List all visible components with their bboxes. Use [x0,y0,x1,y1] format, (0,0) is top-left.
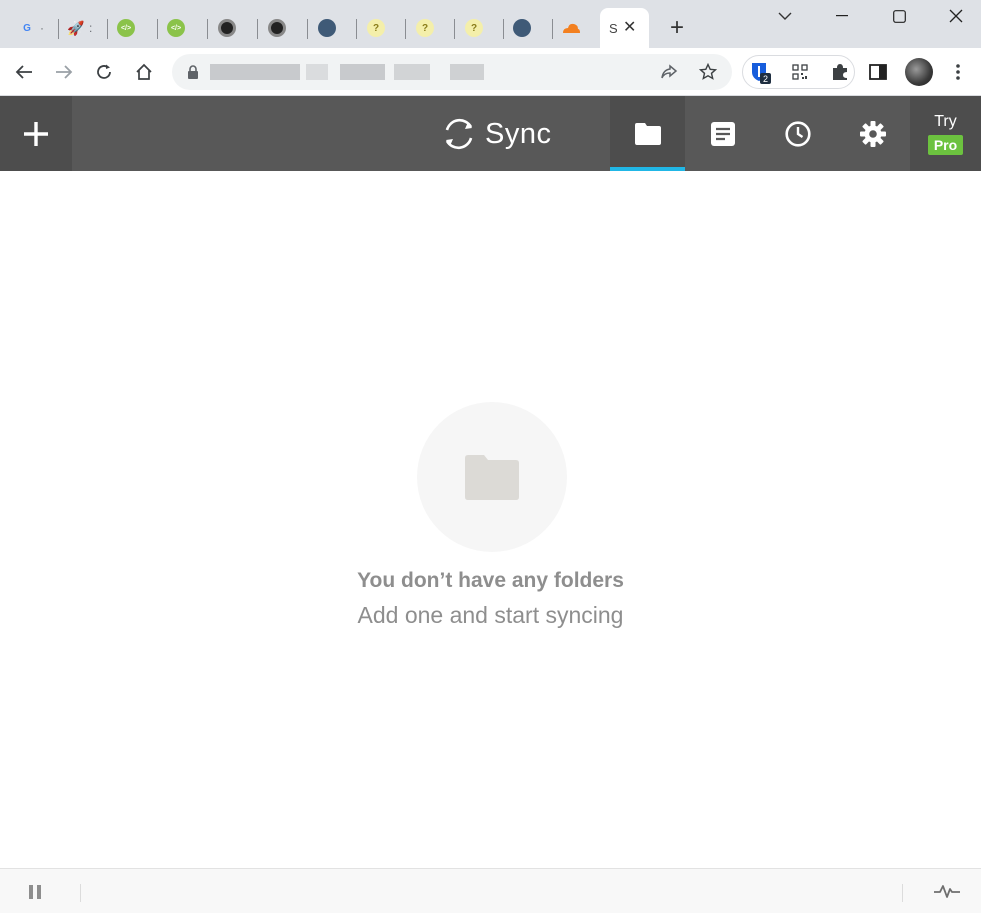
browser-tab-strip: G · 🚀 : </> </> ? ? ? S ✕ + [0,0,981,48]
blurred-url [340,64,385,80]
try-label: Try [934,112,957,130]
side-panel-icon[interactable] [864,58,892,86]
new-tab-button[interactable]: + [663,14,691,42]
bookmark-star-icon[interactable] [694,58,722,86]
blurred-url [306,64,328,80]
cloudflare-icon [563,23,580,33]
browser-tab[interactable] [504,8,553,48]
profile-avatar[interactable] [905,58,933,86]
folder-icon [465,454,519,500]
browser-tab[interactable]: 🚀 : [59,8,108,48]
google-icon: G [23,22,31,34]
circle-logo-icon [218,19,236,37]
qr-code-icon[interactable] [786,58,814,86]
sync-icon [445,118,473,150]
blurred-url [450,64,484,80]
minimize-button[interactable] [822,4,862,28]
question-icon: ? [367,19,385,37]
question-icon: ? [416,19,434,37]
close-tab-icon[interactable]: ✕ [623,20,636,36]
app-logo: Sync [441,114,551,154]
circle-logo-icon [268,19,286,37]
browser-tab[interactable]: ? [406,8,455,48]
blurred-url [210,64,300,80]
app-header: Sync Try Pro [0,96,981,171]
browser-tab[interactable]: ? [455,8,504,48]
docker-icon [318,19,336,37]
extension-badge-count: 2 [763,74,768,84]
browser-tab[interactable] [308,8,357,48]
document-icon [710,121,735,146]
blurred-url [394,64,430,80]
forward-arrow-icon[interactable] [50,58,78,86]
try-pro-button[interactable]: Try Pro [910,96,981,171]
status-footer [0,868,981,913]
plus-icon [24,121,48,146]
reload-icon[interactable] [90,58,118,86]
browser-toolbar: 2 [0,48,981,96]
tab-history[interactable] [760,96,835,171]
home-icon[interactable] [130,58,158,86]
app-logo-text: Sync [485,117,552,150]
extensions-group: 2 [742,55,855,89]
address-bar[interactable] [172,54,732,90]
password-manager-icon[interactable]: 2 [746,58,774,86]
tab-folders[interactable] [610,96,685,171]
footer-divider [902,884,903,902]
tab-settings[interactable] [835,96,910,171]
tab-search-icon[interactable] [765,4,805,28]
empty-state-illustration [417,402,567,552]
browser-tab[interactable]: ? [357,8,406,48]
tab-title: · [40,21,44,35]
empty-state-title: You don’t have any folders [357,569,624,592]
pause-icon[interactable] [29,885,41,899]
code-icon: </> [117,19,135,37]
browser-tab[interactable] [553,8,600,48]
close-window-button[interactable] [936,4,976,28]
extensions-puzzle-icon[interactable] [826,58,854,86]
folder-icon [634,122,661,145]
browser-tab[interactable] [208,8,258,48]
browser-tab[interactable]: </> [158,8,208,48]
browser-tab[interactable]: G · [10,8,59,48]
activity-pulse-icon[interactable] [933,883,961,899]
browser-menu-icon[interactable] [944,58,972,86]
footer-divider [80,884,81,902]
back-arrow-icon[interactable] [10,58,38,86]
gear-icon [859,120,886,147]
rocket-icon: 🚀 [67,19,85,36]
docker-icon [513,19,531,37]
tab-title: : [89,21,93,35]
lock-icon [188,65,198,79]
pro-badge: Pro [927,134,964,155]
code-icon: </> [167,19,185,37]
maximize-button[interactable] [879,4,919,28]
browser-tab[interactable]: </> [108,8,158,48]
tab-transfers[interactable] [685,96,760,171]
question-icon: ? [465,19,483,37]
browser-tab-active[interactable]: S ✕ [600,8,649,48]
add-folder-button[interactable] [0,96,72,171]
clock-icon [784,120,811,147]
browser-tab[interactable] [258,8,308,48]
empty-state-subtitle: Add one and start syncing [357,602,624,628]
tab-title: S [609,20,617,36]
share-icon[interactable] [655,58,683,86]
